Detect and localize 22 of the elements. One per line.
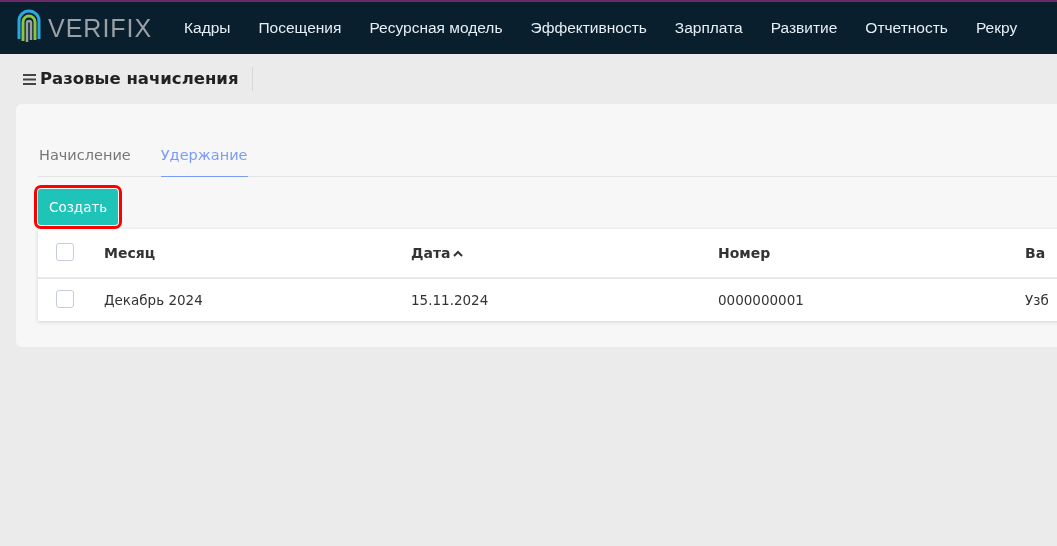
nav-link[interactable]: Развитие bbox=[756, 19, 852, 37]
nav-link[interactable]: Посещения bbox=[244, 19, 356, 37]
tab[interactable]: Начисление bbox=[39, 147, 131, 177]
column-header[interactable]: Ва bbox=[1025, 245, 1046, 261]
nav-link[interactable]: Эффективность bbox=[516, 19, 661, 37]
checkbox[interactable] bbox=[56, 289, 74, 308]
page-title: Разовые начисления bbox=[40, 67, 254, 91]
checkbox[interactable] bbox=[56, 242, 74, 261]
column-header[interactable]: Номер bbox=[718, 245, 771, 261]
nav-link[interactable]: Рекру bbox=[961, 19, 1032, 37]
nav-link[interactable]: Кадры bbox=[170, 19, 245, 37]
table-cell: Узб bbox=[1025, 292, 1049, 308]
column-header[interactable]: Месяц bbox=[104, 245, 156, 261]
table-cell: 0000000001 bbox=[718, 292, 804, 308]
nav-link[interactable]: Отчетность bbox=[851, 19, 962, 37]
table-cell: Декабрь 2024 bbox=[104, 292, 203, 308]
menu-icon[interactable] bbox=[23, 73, 36, 85]
table-cell: 15.11.2024 bbox=[411, 292, 489, 308]
nav-link[interactable]: Ресурсная модель bbox=[355, 19, 517, 37]
column-header[interactable]: Дата bbox=[411, 245, 451, 261]
nav-link[interactable]: Зарплата bbox=[660, 19, 757, 37]
brand-logo: VERIFIX bbox=[48, 13, 153, 43]
